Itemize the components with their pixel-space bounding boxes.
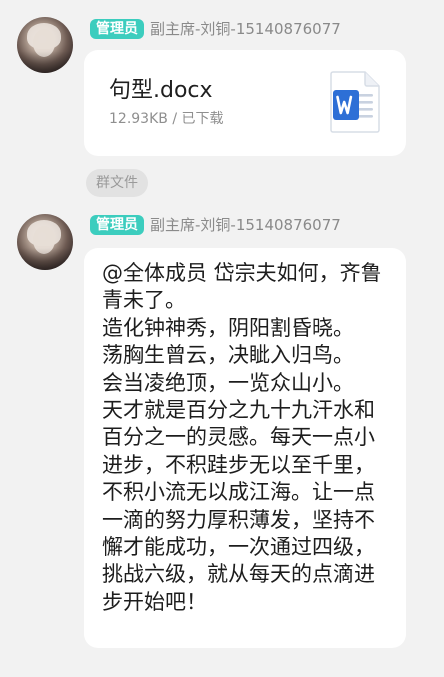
admin-badge: 管理员 bbox=[90, 215, 144, 235]
avatar-shade bbox=[17, 51, 73, 73]
text-message-bubble[interactable]: @全体成员 岱宗夫如何，齐鲁青未了。 造化钟神秀，阴阳割昏晓。 荡胸生曾云，决眦… bbox=[84, 248, 406, 648]
word-doc-icon bbox=[330, 71, 380, 133]
avatar-shade bbox=[17, 248, 73, 270]
file-size-status: 12.93KB / 已下载 bbox=[109, 111, 224, 127]
message-text: @全体成员 岱宗夫如何，齐鲁青未了。 造化钟神秀，阴阳割昏晓。 荡胸生曾云，决眦… bbox=[102, 261, 382, 614]
sender-header: 管理员 副主席-刘铜-15140876077 bbox=[90, 214, 341, 236]
file-message-card[interactable]: 句型.docx 12.93KB / 已下载 bbox=[84, 50, 406, 156]
sender-name[interactable]: 副主席-刘铜-15140876077 bbox=[150, 19, 341, 39]
admin-badge: 管理员 bbox=[90, 19, 144, 39]
sender-avatar[interactable] bbox=[17, 17, 73, 73]
group-files-tag[interactable]: 群文件 bbox=[86, 169, 148, 197]
sender-avatar[interactable] bbox=[17, 214, 73, 270]
sender-header: 管理员 副主席-刘铜-15140876077 bbox=[90, 18, 341, 40]
sender-name[interactable]: 副主席-刘铜-15140876077 bbox=[150, 215, 341, 235]
file-name: 句型.docx bbox=[109, 78, 213, 103]
